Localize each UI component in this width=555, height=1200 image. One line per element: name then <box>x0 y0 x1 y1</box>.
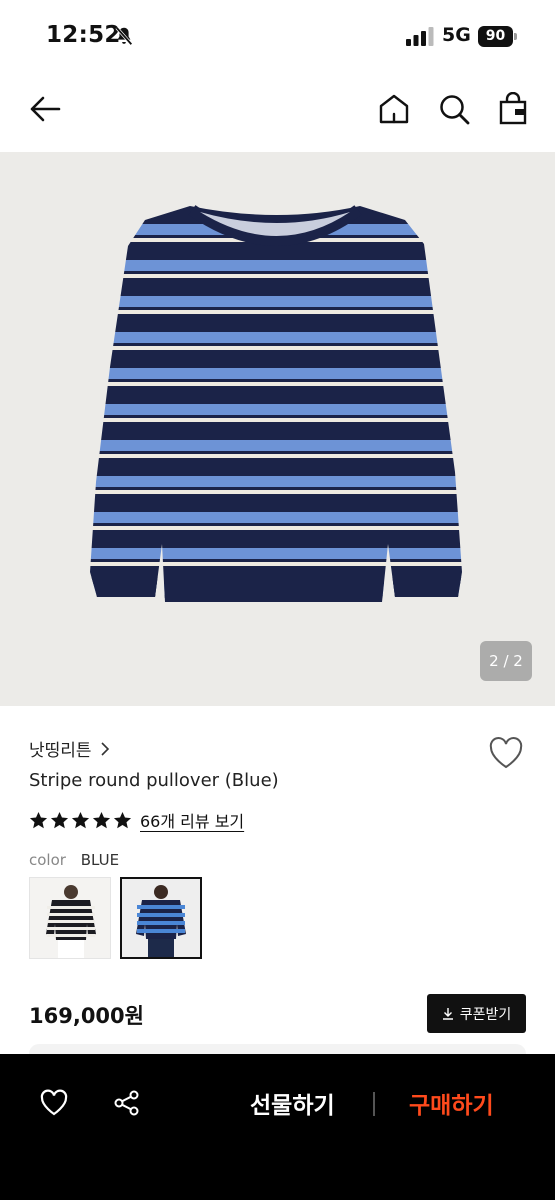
chevron-right-icon <box>100 741 109 756</box>
product-image <box>0 152 555 706</box>
download-icon <box>442 1008 453 1020</box>
star-icon <box>29 811 48 828</box>
share-icon[interactable] <box>112 1088 142 1118</box>
back-arrow-icon[interactable] <box>28 92 62 126</box>
buy-button[interactable]: 구매하기 <box>409 1086 494 1120</box>
image-counter: 2 / 2 <box>480 641 532 681</box>
color-row: color BLUE <box>29 851 119 869</box>
network-type: 5G <box>442 24 471 46</box>
color-option-thumbnail-selected[interactable] <box>120 877 202 959</box>
brand-link[interactable]: 낫띵리튼 <box>29 736 110 761</box>
bell-muted-icon <box>115 26 133 46</box>
status-time: 12:52 <box>46 22 121 48</box>
heart-icon[interactable] <box>39 1088 69 1118</box>
thumbnail-image <box>122 879 200 957</box>
star-icon <box>71 811 90 828</box>
color-value: BLUE <box>80 851 120 869</box>
battery-level: 90 <box>478 26 513 47</box>
color-label: color <box>29 851 66 869</box>
coupon-label: 쿠폰받기 <box>459 1006 512 1023</box>
gift-button[interactable]: 선물하기 <box>250 1086 335 1120</box>
review-link[interactable]: 66개 리뷰 보기 <box>140 808 244 832</box>
top-nav <box>0 72 555 152</box>
home-icon[interactable] <box>377 92 411 126</box>
shopping-bag-icon[interactable] <box>497 92 531 126</box>
star-icon <box>113 811 132 828</box>
search-icon[interactable] <box>437 92 471 126</box>
thumbnail-image <box>30 878 110 958</box>
product-price: 169,000원 <box>29 1004 144 1028</box>
star-icon <box>92 811 111 828</box>
color-option-thumbnail[interactable] <box>29 877 111 959</box>
divider <box>373 1092 375 1116</box>
product-image-gallery[interactable]: 2 / 2 <box>0 152 555 706</box>
battery-icon: 90 <box>478 26 518 47</box>
coupon-button[interactable]: 쿠폰받기 <box>427 994 526 1033</box>
wishlist-heart-icon[interactable] <box>488 736 524 770</box>
star-icon <box>50 811 69 828</box>
cellular-signal-icon <box>406 27 434 46</box>
rating-row: 66개 리뷰 보기 <box>29 808 244 832</box>
bottom-action-bar: 선물하기 구매하기 <box>0 1054 555 1200</box>
brand-name[interactable]: 낫띵리튼 <box>29 736 92 761</box>
product-title: Stripe round pullover (Blue) <box>29 770 279 791</box>
status-bar: 12:52 5G 90 <box>0 0 555 72</box>
